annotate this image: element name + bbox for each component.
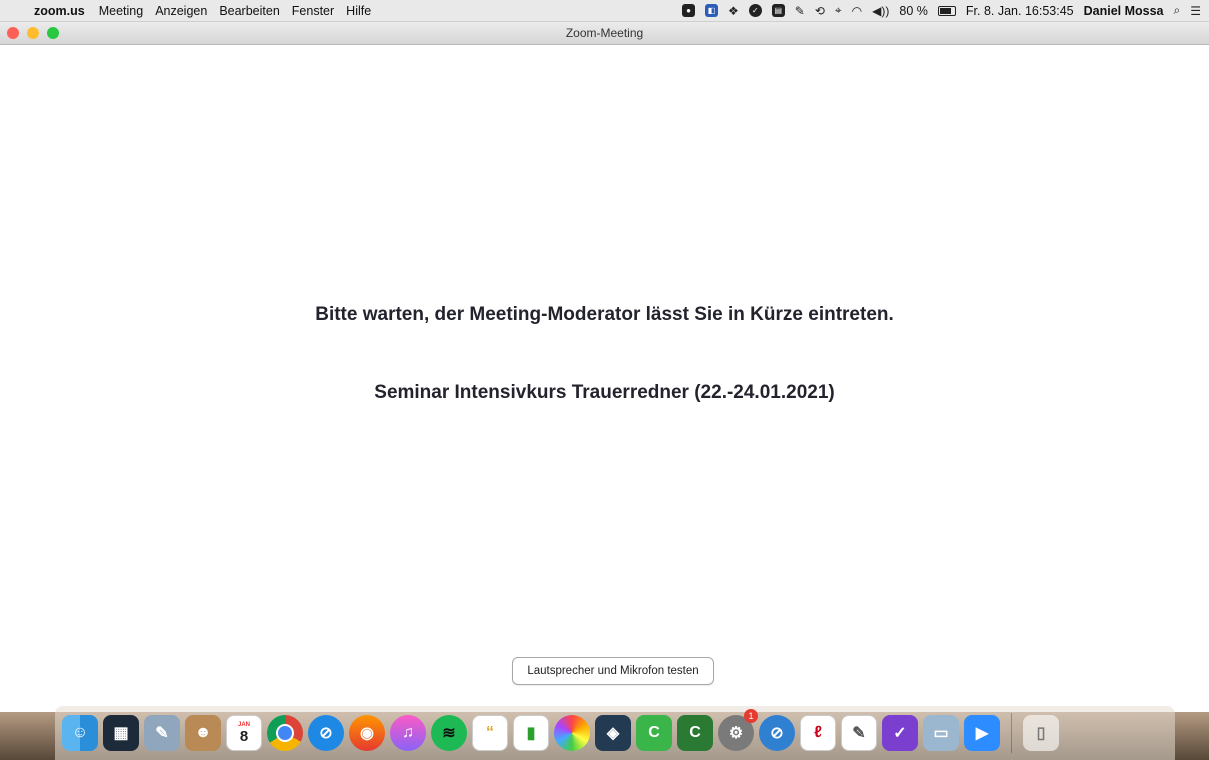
- preview-icon[interactable]: ✎: [144, 715, 180, 751]
- volume-icon[interactable]: ◀)): [872, 4, 889, 18]
- chrome-icon[interactable]: [267, 715, 303, 751]
- menu-user[interactable]: Daniel Mossa: [1084, 4, 1164, 18]
- finder-icon[interactable]: ☺: [62, 715, 98, 751]
- calendar-icon[interactable]: JAN 8: [226, 715, 262, 751]
- safari-icon[interactable]: ⊘: [308, 715, 344, 751]
- system-preferences-icon[interactable]: ⚙ 1: [718, 709, 758, 751]
- spotify-icon[interactable]: ≋: [431, 715, 467, 751]
- battery-icon[interactable]: [937, 5, 956, 16]
- photos-icon[interactable]: [554, 715, 590, 751]
- textedit-icon[interactable]: ✎: [841, 715, 877, 751]
- spotlight-search-icon[interactable]: ⌕: [1174, 3, 1181, 17]
- wifi-icon[interactable]: ◠: [852, 4, 862, 18]
- screen-tool-icon[interactable]: ◈: [595, 715, 631, 751]
- time-machine-icon[interactable]: ⟲: [815, 4, 825, 18]
- dock: ☺ ▦ ✎ ☻ JAN 8 ⊘ ◉ ♫ ≋ “ ▮ ◈ C C ⚙ 1 ⊘ ℓ ✎…: [55, 706, 1175, 760]
- battery-percent: 80 %: [899, 3, 928, 18]
- trash-icon[interactable]: ▯: [1023, 715, 1059, 751]
- numbers-icon[interactable]: ▮: [513, 715, 549, 751]
- firefox-icon[interactable]: ◉: [349, 715, 385, 751]
- pen-icon[interactable]: ✎: [795, 4, 805, 18]
- menu-hilfe[interactable]: Hilfe: [346, 4, 371, 18]
- blocker-icon[interactable]: ⊘: [759, 715, 795, 751]
- dropbox-icon[interactable]: ❖: [728, 4, 739, 18]
- test-audio-button[interactable]: Lautsprecher und Mikrofon testen: [512, 657, 714, 685]
- close-window-button[interactable]: [7, 27, 19, 39]
- minimize-window-button[interactable]: [27, 27, 39, 39]
- app-status-icon[interactable]: ◧: [705, 4, 719, 17]
- menu-app-name[interactable]: zoom.us: [34, 4, 85, 18]
- camera-status-icon[interactable]: ●: [682, 4, 696, 17]
- window-title-bar: Zoom-Meeting: [0, 22, 1209, 45]
- status-area: ● ◧ ❖ ✓ ▤ ✎ ⟲ ⌖ ◠ ◀)) 80 % Fr. 8. Jan. 1…: [682, 3, 1201, 18]
- menu-bar: zoom.us Meeting Anzeigen Bearbeiten Fens…: [0, 0, 1209, 22]
- notification-badge: 1: [744, 709, 758, 723]
- menu-bearbeiten[interactable]: Bearbeiten: [219, 4, 279, 18]
- acrobat-icon[interactable]: ℓ: [800, 715, 836, 751]
- meeting-title: Seminar Intensivkurs Trauerredner (22.-2…: [374, 382, 835, 403]
- fullscreen-window-button[interactable]: [47, 27, 59, 39]
- bluetooth-icon[interactable]: ⌖: [835, 3, 842, 17]
- camtasia-icon[interactable]: C: [636, 715, 672, 751]
- window-title: Zoom-Meeting: [565, 26, 644, 40]
- omnifocus-icon[interactable]: ✓: [882, 715, 918, 751]
- quotes-icon[interactable]: “: [472, 715, 508, 751]
- menu-clock[interactable]: Fr. 8. Jan. 16:53:45: [966, 4, 1074, 18]
- image-capture-icon[interactable]: ▭: [923, 715, 959, 751]
- zoom-icon[interactable]: ▶: [964, 715, 1000, 751]
- zoom-meeting-window: Zoom-Meeting Bitte warten, der Meeting-M…: [0, 22, 1209, 712]
- calendar-day: 8: [239, 727, 249, 745]
- menu-anzeigen[interactable]: Anzeigen: [155, 4, 207, 18]
- contacts-icon[interactable]: ☻: [185, 715, 221, 751]
- camtasia-recorder-icon[interactable]: C: [677, 715, 713, 751]
- menu-meeting[interactable]: Meeting: [99, 4, 143, 18]
- dock-separator: [1011, 713, 1012, 753]
- mission-control-icon[interactable]: ▦: [103, 715, 139, 751]
- shield-icon[interactable]: ✓: [748, 4, 762, 17]
- itunes-icon[interactable]: ♫: [390, 715, 426, 751]
- menu-fenster[interactable]: Fenster: [292, 4, 334, 18]
- waiting-message: Bitte warten, der Meeting-Moderator läss…: [315, 304, 894, 325]
- display-status-icon[interactable]: ▤: [771, 4, 785, 17]
- notification-center-icon[interactable]: ☰: [1190, 4, 1201, 18]
